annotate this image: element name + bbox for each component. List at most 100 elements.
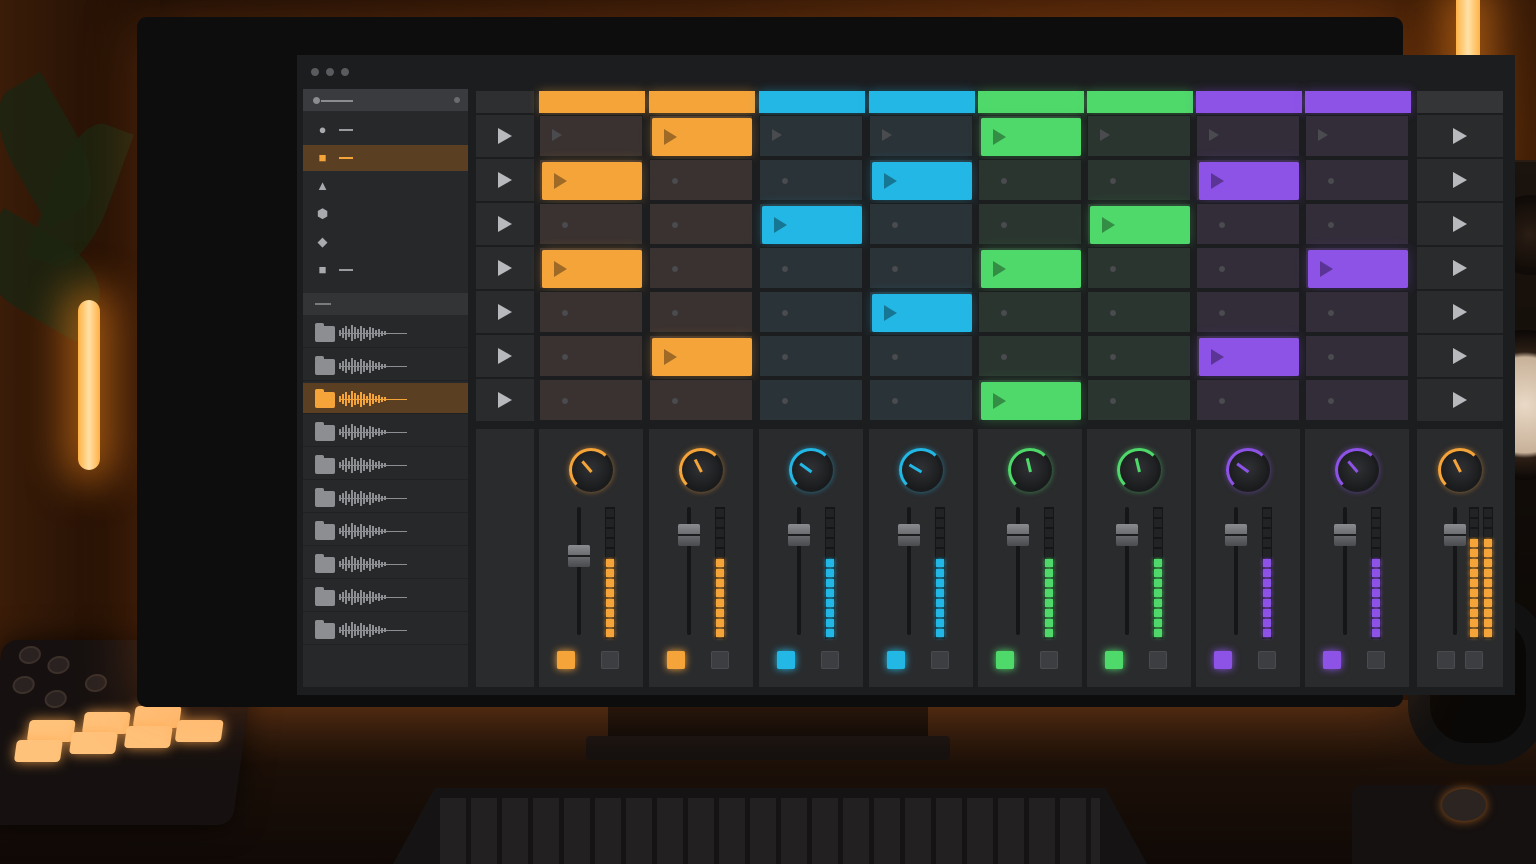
clip-slot-filled[interactable] bbox=[649, 335, 753, 377]
track-activator-button[interactable] bbox=[887, 651, 905, 669]
volume-fader-track[interactable] bbox=[577, 507, 581, 635]
sample-file[interactable] bbox=[303, 548, 468, 579]
clip-slot-empty[interactable] bbox=[1196, 115, 1300, 157]
clip[interactable] bbox=[1199, 162, 1299, 200]
clip[interactable] bbox=[981, 118, 1081, 156]
volume-fader[interactable] bbox=[898, 524, 920, 547]
clip-slot-empty[interactable] bbox=[759, 115, 863, 157]
clip-slot-empty[interactable] bbox=[539, 291, 643, 333]
solo-button[interactable] bbox=[821, 651, 839, 669]
clip[interactable] bbox=[652, 338, 752, 376]
clip-slot-empty[interactable] bbox=[539, 379, 643, 421]
clip-slot-empty[interactable] bbox=[1196, 291, 1300, 333]
volume-fader[interactable] bbox=[678, 524, 700, 547]
clip-slot-empty[interactable] bbox=[759, 159, 863, 201]
sample-file[interactable] bbox=[303, 515, 468, 546]
track-activator-button[interactable] bbox=[1214, 651, 1232, 669]
track-header-2[interactable] bbox=[649, 91, 755, 113]
master-button-a[interactable] bbox=[1437, 651, 1455, 669]
clip-slot-empty[interactable] bbox=[869, 203, 973, 245]
clip-slot-filled[interactable] bbox=[759, 203, 863, 245]
sample-file[interactable] bbox=[303, 317, 468, 348]
track-header-1[interactable] bbox=[539, 91, 645, 113]
clip-slot-empty[interactable] bbox=[1196, 379, 1300, 421]
track-activator-button[interactable] bbox=[1105, 651, 1123, 669]
volume-fader[interactable] bbox=[1334, 524, 1356, 547]
clip-slot-empty[interactable] bbox=[1305, 379, 1409, 421]
clip-slot-empty[interactable] bbox=[1305, 159, 1409, 201]
scene-launch-button[interactable] bbox=[476, 203, 534, 245]
clip[interactable] bbox=[762, 206, 862, 244]
scene-launch-button[interactable] bbox=[476, 159, 534, 201]
clip[interactable] bbox=[542, 162, 642, 200]
clip-slot-empty[interactable] bbox=[1087, 379, 1191, 421]
clip-slot-empty[interactable] bbox=[869, 379, 973, 421]
solo-button[interactable] bbox=[711, 651, 729, 669]
clip[interactable] bbox=[542, 250, 642, 288]
clip[interactable] bbox=[652, 118, 752, 156]
clip[interactable] bbox=[872, 294, 972, 332]
clip-slot-empty[interactable] bbox=[539, 115, 643, 157]
solo-button[interactable] bbox=[1367, 651, 1385, 669]
pan-knob[interactable] bbox=[1335, 448, 1379, 492]
master-scene-launch[interactable] bbox=[1417, 379, 1503, 421]
clip-slot-empty[interactable] bbox=[759, 379, 863, 421]
clip-slot-filled[interactable] bbox=[1087, 203, 1191, 245]
master-scene-launch[interactable] bbox=[1417, 335, 1503, 377]
sample-file[interactable] bbox=[303, 482, 468, 513]
clip-slot-empty[interactable] bbox=[649, 379, 753, 421]
track-header-7[interactable] bbox=[1196, 91, 1302, 113]
clip-slot-empty[interactable] bbox=[978, 335, 1082, 377]
browser-category[interactable]: ⬢ bbox=[303, 201, 468, 227]
pan-knob[interactable] bbox=[569, 448, 613, 492]
track-header-4[interactable] bbox=[869, 91, 975, 113]
master-scene-launch[interactable] bbox=[1417, 115, 1503, 157]
sample-file[interactable] bbox=[303, 614, 468, 645]
clip-slot-empty[interactable] bbox=[649, 203, 753, 245]
sample-file[interactable] bbox=[303, 581, 468, 612]
browser-category[interactable]: ● bbox=[303, 117, 468, 143]
sample-file[interactable] bbox=[303, 350, 468, 381]
pan-knob[interactable] bbox=[899, 448, 943, 492]
track-header-6[interactable] bbox=[1087, 91, 1193, 113]
clip-slot-empty[interactable] bbox=[1196, 203, 1300, 245]
clip-slot-empty[interactable] bbox=[1305, 335, 1409, 377]
clip-slot-empty[interactable] bbox=[1196, 247, 1300, 289]
solo-button[interactable] bbox=[1258, 651, 1276, 669]
browser-category[interactable]: ■ bbox=[303, 257, 468, 283]
clip-slot-empty[interactable] bbox=[1305, 291, 1409, 333]
clip-slot-empty[interactable] bbox=[649, 291, 753, 333]
clip-slot-filled[interactable] bbox=[869, 291, 973, 333]
master-scene-launch[interactable] bbox=[1417, 159, 1503, 201]
clip[interactable] bbox=[981, 382, 1081, 420]
scene-launch-button[interactable] bbox=[476, 335, 534, 377]
clip-slot-empty[interactable] bbox=[1087, 291, 1191, 333]
volume-fader[interactable] bbox=[1116, 524, 1138, 547]
scene-launch-button[interactable] bbox=[476, 291, 534, 333]
clip-slot-filled[interactable] bbox=[1196, 335, 1300, 377]
maximize-button[interactable] bbox=[341, 68, 349, 76]
sample-file[interactable] bbox=[303, 383, 468, 414]
volume-fader[interactable] bbox=[788, 524, 810, 547]
clip[interactable] bbox=[1199, 338, 1299, 376]
clip-slot-filled[interactable] bbox=[649, 115, 753, 157]
clip-slot-empty[interactable] bbox=[649, 159, 753, 201]
clip-slot-filled[interactable] bbox=[978, 115, 1082, 157]
clip-slot-empty[interactable] bbox=[759, 335, 863, 377]
volume-fader[interactable] bbox=[1444, 524, 1466, 547]
browser-search[interactable] bbox=[303, 89, 468, 111]
clip-slot-empty[interactable] bbox=[1087, 115, 1191, 157]
volume-fader[interactable] bbox=[1007, 524, 1029, 547]
clip-slot-empty[interactable] bbox=[1087, 247, 1191, 289]
clip-slot-empty[interactable] bbox=[539, 335, 643, 377]
scene-launch-button[interactable] bbox=[476, 247, 534, 289]
clip-slot-filled[interactable] bbox=[978, 247, 1082, 289]
master-scene-launch[interactable] bbox=[1417, 203, 1503, 245]
clip-slot-empty[interactable] bbox=[759, 291, 863, 333]
clip[interactable] bbox=[872, 162, 972, 200]
scene-launch-button[interactable] bbox=[476, 115, 534, 157]
master-header[interactable] bbox=[1417, 91, 1503, 113]
clip-slot-empty[interactable] bbox=[1305, 203, 1409, 245]
volume-fader[interactable] bbox=[568, 544, 590, 567]
clip-slot-empty[interactable] bbox=[1087, 335, 1191, 377]
